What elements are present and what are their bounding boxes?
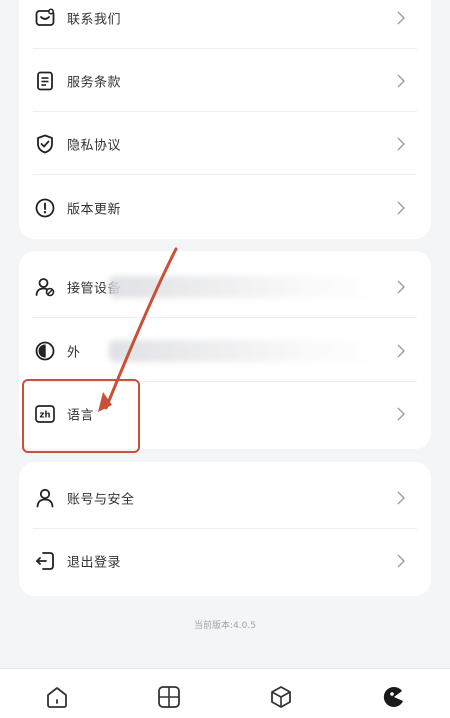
box-icon (271, 686, 291, 708)
grid-icon (158, 686, 180, 708)
obscured-text (109, 339, 389, 362)
obscured-text (109, 275, 389, 298)
contact-icon (33, 6, 57, 30)
contact-us-label: 联系我们 (67, 12, 122, 27)
update-info-icon (33, 196, 57, 220)
chevron-right-icon (397, 491, 405, 504)
takeover-device-row[interactable]: 接管设备 (19, 255, 431, 318)
privacy-shield-icon (33, 132, 57, 156)
chevron-right-icon (397, 11, 405, 24)
home-icon (47, 687, 67, 708)
terms-row[interactable]: 服务条款 (19, 49, 431, 112)
tab-discover[interactable] (267, 683, 295, 711)
terms-icon (33, 69, 57, 93)
logout-row[interactable]: 退出登录 (19, 529, 431, 592)
logout-icon (33, 549, 57, 573)
settings-page: 联系我们 服务条款 隐私协议 版本更新 接管设备 外 zh 语言 账号与安全 退… (0, 0, 450, 718)
account-card: 账号与安全 退出登录 (19, 462, 431, 596)
about-card: 联系我们 服务条款 隐私协议 版本更新 (19, 0, 431, 239)
tab-home[interactable] (43, 683, 71, 711)
profile-logo-icon (383, 686, 403, 707)
divider (33, 174, 417, 175)
chevron-right-icon (397, 554, 405, 567)
chevron-right-icon (397, 280, 405, 293)
chevron-right-icon (397, 407, 405, 420)
appearance-row[interactable]: 外 (19, 319, 431, 382)
chevron-right-icon (397, 74, 405, 87)
appearance-label: 外 (67, 345, 81, 360)
account-security-row[interactable]: 账号与安全 (19, 466, 431, 529)
terms-label: 服务条款 (67, 75, 122, 90)
chevron-right-icon (397, 201, 405, 214)
bottom-tab-bar (0, 668, 450, 718)
divider (33, 317, 417, 318)
logout-label: 退出登录 (67, 555, 122, 570)
privacy-label: 隐私协议 (67, 138, 122, 153)
chevron-right-icon (397, 344, 405, 357)
tab-profile[interactable] (380, 683, 408, 711)
tab-devices[interactable] (155, 683, 183, 711)
chevron-right-icon (397, 137, 405, 150)
app-version-text: 当前版本:4.0.5 (194, 621, 256, 631)
user-takeover-icon (33, 275, 57, 299)
annotation-highlight-box (22, 379, 140, 453)
user-icon (33, 486, 57, 510)
privacy-row[interactable]: 隐私协议 (19, 112, 431, 175)
contact-us-row[interactable]: 联系我们 (19, 0, 431, 49)
account-security-label: 账号与安全 (67, 492, 135, 507)
appearance-icon (33, 339, 57, 363)
version-update-row[interactable]: 版本更新 (19, 176, 431, 239)
version-update-label: 版本更新 (67, 202, 122, 217)
